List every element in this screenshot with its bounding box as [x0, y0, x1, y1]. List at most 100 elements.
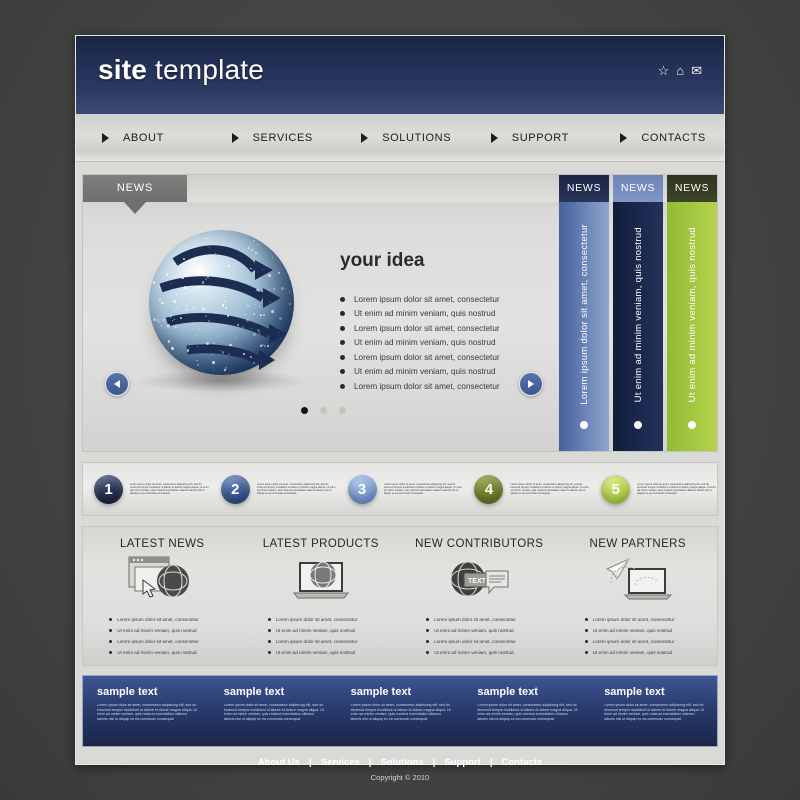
globe-speck	[169, 314, 173, 318]
step-item-3[interactable]: 3 Lorem ipsum dolor sit amet, consectetu…	[337, 474, 464, 504]
column-title: LATEST PRODUCTS	[262, 538, 379, 550]
slider-news-tab-label: NEWS	[116, 182, 154, 194]
globe-speck	[256, 243, 259, 246]
globe-speck	[234, 275, 237, 277]
bullet-icon	[267, 628, 271, 633]
slider-next-button[interactable]	[519, 372, 543, 396]
mail-icon[interactable]: ✉	[691, 64, 702, 77]
band-text: Lorem ipsum dolor sit amet, consectetur …	[350, 703, 451, 721]
nav-item-services[interactable]: SERVICES	[206, 132, 336, 144]
globe-speck	[250, 327, 252, 329]
globe-speck	[221, 303, 225, 307]
column-new-contributors: NEW CONTRIBUTORS TEXT Lorem ipsum dolor …	[400, 527, 559, 665]
footer-link-about-us[interactable]: About Us	[258, 757, 300, 768]
bullet-icon	[340, 325, 345, 331]
globe-speck	[185, 304, 187, 307]
globe-speck	[253, 332, 257, 336]
pagination-dot-3[interactable]	[339, 407, 346, 414]
ribbon-body: Ut enim ad minim veniam, quis nostrud	[667, 202, 717, 451]
list-item: Ut enim ad minim veniam, quis nostrud	[584, 647, 718, 658]
footer-link-support[interactable]: Support	[444, 757, 480, 768]
ribbon-tab-3[interactable]: NEWS Ut enim ad minim veniam, quis nostr…	[667, 175, 717, 451]
list-item: Ut enim ad minim veniam, quis nostrud	[267, 625, 401, 636]
step-text: Lorem ipsum dolor sit amet, consectetur …	[510, 482, 589, 496]
bullet-icon	[109, 628, 113, 633]
chevron-right-icon	[620, 133, 628, 143]
bullet-text: Lorem ipsum dolor sit amet, consectetur	[434, 617, 516, 622]
globe-speck	[153, 318, 156, 322]
globe-speck	[259, 314, 262, 316]
column-new-partners: NEW PARTNERS Lorem ipsum dolor sit amet,…	[559, 527, 718, 665]
step-item-5[interactable]: 5 Lorem ipsum dolor sit amet, consectetu…	[590, 474, 717, 504]
step-item-2[interactable]: 2 Lorem ipsum dolor sit amet, consectetu…	[210, 474, 337, 504]
globe-speck	[161, 301, 164, 305]
chevron-right-icon	[231, 133, 239, 143]
globe-speck	[208, 246, 211, 248]
globe-speck	[175, 293, 177, 295]
nav-label: SERVICES	[252, 132, 313, 144]
ribbon-body: Lorem ipsum dolor sit amet, consectetur	[559, 202, 609, 451]
bullet-text: Ut enim ad minim veniam, quis nostrud	[354, 367, 496, 377]
globe-speck	[241, 250, 244, 253]
site-template-frame: site template ☆ ⌂ ✉ ABOUT SERVICES SOLUT…	[75, 35, 725, 765]
globe-speck	[195, 334, 197, 336]
bullet-text: Ut enim ad minim veniam, quis nostrud	[354, 309, 496, 319]
band-title: sample text	[350, 686, 412, 698]
footer-link-services[interactable]: Services	[321, 757, 360, 768]
pagination-dot-2[interactable]	[320, 407, 327, 414]
globe-speck	[237, 324, 239, 326]
bullet-icon	[109, 650, 113, 655]
pagination-dot-1[interactable]	[301, 407, 308, 414]
logo-bold-part: site	[98, 54, 148, 85]
star-icon[interactable]: ☆	[658, 64, 670, 77]
globe-speck	[257, 329, 260, 332]
nav-item-solutions[interactable]: SOLUTIONS	[335, 132, 465, 144]
band-title: sample text	[477, 686, 538, 698]
globe-speck	[250, 355, 253, 358]
globe-speck	[167, 340, 171, 343]
bullet-icon	[340, 340, 345, 346]
band-text: Lorem ipsum dolor sit amet, consectetur …	[477, 703, 578, 721]
globe-speck	[165, 272, 169, 276]
globe-speck	[171, 319, 173, 321]
ribbon-tab-1[interactable]: NEWS Lorem ipsum dolor sit amet, consect…	[559, 175, 609, 451]
site-logo[interactable]: site template	[98, 54, 264, 86]
globe-speck	[171, 271, 174, 274]
browser-globe-cursor-icon	[83, 550, 242, 610]
bullet-text: Ut enim ad minim veniam, quis nostrud	[592, 628, 673, 633]
globe-speech-bubble-icon: TEXT	[400, 550, 559, 610]
globe-speck	[180, 316, 183, 319]
band-column-4: sample text Lorem ipsum dolor sit amet, …	[463, 676, 590, 746]
nav-label: CONTACTS	[641, 132, 706, 144]
globe-speck	[205, 237, 207, 240]
list-item: Ut enim ad minim veniam, quis nostrud	[267, 647, 401, 658]
band-title: sample text	[223, 686, 285, 698]
bullet-text: Ut enim ad minim veniam, quis nostrud	[592, 650, 673, 655]
home-icon[interactable]: ⌂	[676, 64, 684, 77]
footer-link-solutions[interactable]: Solutions	[380, 757, 423, 768]
nav-item-support[interactable]: SUPPORT	[465, 132, 595, 144]
footer-separator: |	[368, 756, 372, 768]
slider-news-tab[interactable]: NEWS	[83, 175, 187, 214]
slider-prev-button[interactable]	[105, 372, 129, 396]
page-footer: About Us | Services | Solutions | Suppor…	[0, 738, 800, 800]
globe-speck	[180, 277, 182, 279]
footer-link-contacts[interactable]: Contacts	[502, 757, 543, 768]
step-text: Lorem ipsum dolor sit amet, consectetur …	[383, 482, 463, 496]
paper-plane-laptop-icon	[559, 550, 718, 610]
ribbon-tab-2[interactable]: NEWS Ut enim ad minim veniam, quis nostr…	[613, 175, 663, 451]
globe-illustration	[149, 230, 294, 375]
nav-item-contacts[interactable]: CONTACTS	[594, 132, 724, 144]
list-item: Lorem ipsum dolor sit amet, consectetur	[109, 614, 242, 625]
bullet-text: Lorem ipsum dolor sit amet, consectetur	[434, 639, 516, 644]
step-item-1[interactable]: 1 Lorem ipsum dolor sit amet, consectetu…	[83, 474, 210, 504]
globe-speck	[271, 310, 274, 313]
globe-speck	[229, 343, 232, 346]
laptop-globe-icon	[242, 550, 401, 610]
step-item-4[interactable]: 4 Lorem ipsum dolor sit amet, consectetu…	[463, 474, 590, 504]
globe-speck	[214, 311, 216, 313]
list-item: Ut enim ad minim veniam, quis nostrud	[340, 365, 500, 380]
step-text: Lorem ipsum dolor sit amet, consectetur …	[130, 482, 209, 496]
ribbon-cap-label: NEWS	[566, 182, 602, 194]
nav-item-about[interactable]: ABOUT	[76, 132, 206, 144]
